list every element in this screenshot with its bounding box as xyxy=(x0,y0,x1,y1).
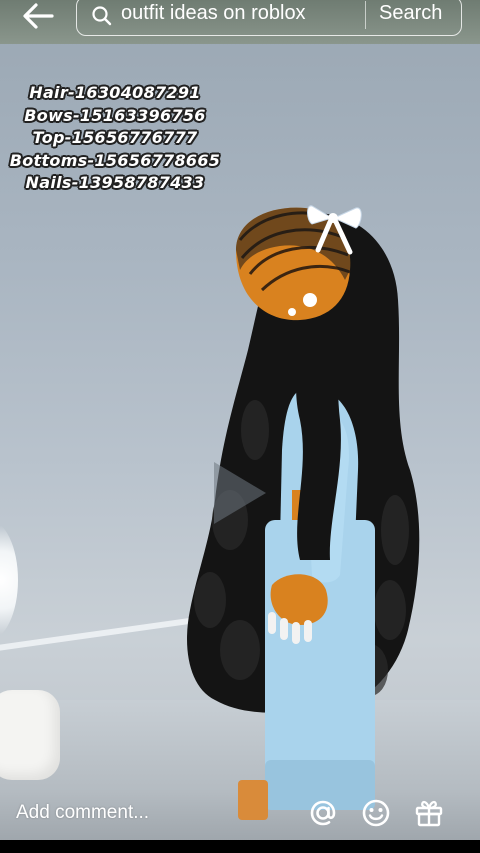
code-bows: Bows-15163396756 xyxy=(24,105,206,125)
code-top: Top-15656776777 xyxy=(32,128,198,147)
search-divider xyxy=(365,1,366,29)
search-icon xyxy=(92,6,112,26)
code-bottoms: Bottoms-15656778665 xyxy=(9,150,221,170)
search-header: outfit ideas on roblox Search xyxy=(0,0,480,44)
bottom-edge xyxy=(0,840,480,853)
arrow-left-icon[interactable] xyxy=(18,2,58,34)
search-input[interactable]: outfit ideas on roblox xyxy=(121,2,306,25)
gift-icon[interactable] xyxy=(412,796,446,830)
code-nails: Nails-13958787433 xyxy=(25,173,205,192)
outfit-codes: Hair-16304087291 Bows-15163396756 Top-15… xyxy=(0,82,230,195)
at-sign-icon[interactable] xyxy=(306,796,340,830)
play-icon[interactable] xyxy=(208,458,270,528)
search-button[interactable]: Search xyxy=(379,2,442,25)
video-screen: Hair-16304087291 Bows-15163396756 Top-15… xyxy=(0,0,480,853)
code-hair: Hair-16304087291 xyxy=(29,83,201,102)
emoji-icon[interactable] xyxy=(359,796,393,830)
search-bar[interactable]: outfit ideas on roblox Search xyxy=(76,0,462,36)
comment-input[interactable]: Add comment... xyxy=(16,802,149,824)
